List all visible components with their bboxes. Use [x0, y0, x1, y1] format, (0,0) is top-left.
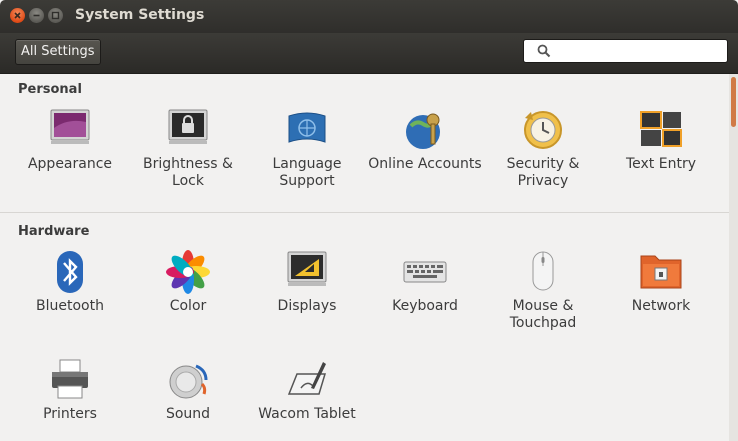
bluetooth-icon: [57, 251, 83, 293]
printers-icon: [52, 359, 88, 399]
vertical-scrollbar[interactable]: [729, 74, 738, 441]
brightness-lock-icon: [168, 109, 208, 144]
section-title-hardware: Hardware: [18, 224, 90, 239]
window-title: System Settings: [75, 7, 205, 23]
search-field[interactable]: [523, 39, 728, 63]
scrollbar-thumb[interactable]: [731, 77, 736, 127]
keyboard-icon: [403, 261, 447, 283]
security-privacy-icon: [524, 111, 562, 149]
close-window-button[interactable]: [10, 8, 25, 23]
online-accounts-icon: [406, 113, 440, 149]
text-entry-icon: [640, 111, 682, 147]
sound-icon: [169, 364, 208, 399]
section-divider: [0, 212, 729, 213]
wacom-tablet-icon: [287, 362, 327, 395]
displays-icon: [287, 251, 327, 286]
language-support-icon: [288, 112, 326, 143]
color-icon: [166, 250, 210, 294]
minimize-icon: [33, 14, 40, 17]
section-title-personal: Personal: [18, 82, 82, 97]
toolbar: All Settings: [0, 33, 738, 74]
all-settings-button[interactable]: All Settings: [15, 39, 101, 65]
search-icon: [537, 44, 551, 58]
close-icon: [14, 12, 21, 19]
network-icon: [640, 255, 682, 289]
appearance-icon: [50, 109, 90, 144]
search-input[interactable]: [556, 42, 725, 62]
settings-panel: Personal Appearance Brightness & Lock La…: [0, 74, 738, 441]
maximize-icon: [51, 11, 60, 20]
mouse-touchpad-icon: [532, 251, 554, 291]
title-bar: System Settings: [0, 0, 738, 33]
minimize-window-button[interactable]: [29, 8, 44, 23]
maximize-window-button[interactable]: [48, 8, 63, 23]
